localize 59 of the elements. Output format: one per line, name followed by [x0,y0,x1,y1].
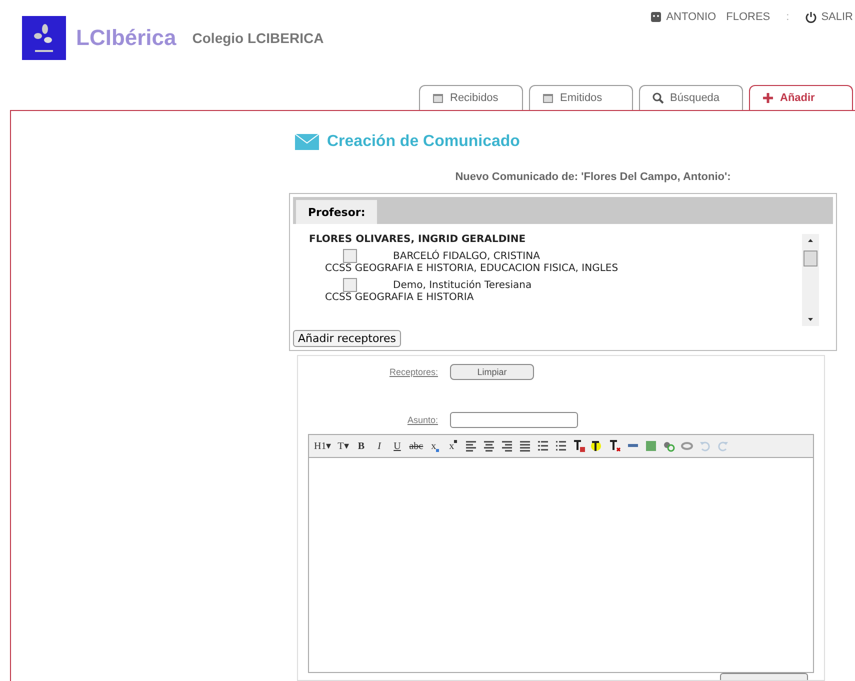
user-last-name: FLORES [726,11,770,23]
add-recipients-button[interactable]: Añadir receptores [293,330,401,347]
separator: : [786,11,790,23]
recipient-subjects: CCSS GEOGRAFIA E HISTORIA [324,292,475,303]
form-subtitle: Nuevo Comunicado de: 'Flores Del Campo, Antonio': [454,171,732,183]
format-button[interactable]: T▾ [335,437,352,455]
tab[interactable]: Emitidos [529,85,633,110]
format-button[interactable]: B [353,437,370,455]
tab[interactable]: Búsqueda [639,85,743,110]
align-right-icon [501,440,514,452]
undo-icon [699,440,712,452]
recipient-subjects: CCSS GEOGRAFIA E HISTORIA, EDUCACION FISICA, INGLES [324,263,620,274]
format-button[interactable]: abc [407,437,426,455]
bullets-icon [537,440,550,452]
superscript-button[interactable]: x [445,437,462,455]
tab[interactable]: Recibidos [419,85,523,110]
school-name: Colegio LCIBERICA [192,30,324,46]
superscript-mark-icon [454,440,458,443]
form-title: Creación de Comunicado [327,133,520,151]
format-button[interactable]: U [389,437,406,455]
justify-icon [519,440,532,452]
recipient-name: Demo, Institución Teresiana [393,280,532,290]
redo-icon [717,440,730,452]
clear-button[interactable]: Limpiar [450,364,534,380]
recipients-label: Receptores: [388,367,438,377]
power-icon [805,11,818,23]
subject-label: Asunto: [406,415,438,425]
group-name: FLORES OLIVARES, INGRID GERALDINE [309,234,527,245]
recipient-name: BARCELÓ FIDALGO, CRISTINA [393,250,540,262]
format-button[interactable]: H1▾ [312,437,334,455]
plus-icon [762,92,774,104]
calendar-icon [432,92,444,104]
tab[interactable]: Añadir [749,85,853,110]
numbers-icon [555,440,568,452]
align-left-icon [465,440,478,452]
user-first-name: ANTONIO [666,11,716,23]
brand-name: LCIbérica [76,25,176,51]
logout-link[interactable]: SALIR [821,11,853,23]
image-icon [645,440,658,452]
text-color-icon [573,440,586,452]
checkbox[interactable] [343,278,357,292]
user-icon [650,11,662,23]
checkbox[interactable] [343,249,357,263]
text-color-button[interactable] [571,437,588,455]
button-edge[interactable] [720,673,808,680]
link-icon [663,440,676,452]
scrollbar[interactable] [802,234,819,326]
calendar-icon [542,92,554,104]
envelope-icon [295,134,319,150]
subject-field[interactable] [450,412,578,428]
highlight-icon [591,440,604,452]
format-button[interactable]: I [371,437,388,455]
search-icon [652,92,664,104]
logo-icon [22,16,66,60]
recipients-tab[interactable]: Profesor: [296,200,378,224]
align-center-icon [483,440,496,452]
subscript-mark-icon [436,449,440,452]
subscript-button[interactable]: x [427,437,444,455]
clear-format-icon [609,440,622,452]
